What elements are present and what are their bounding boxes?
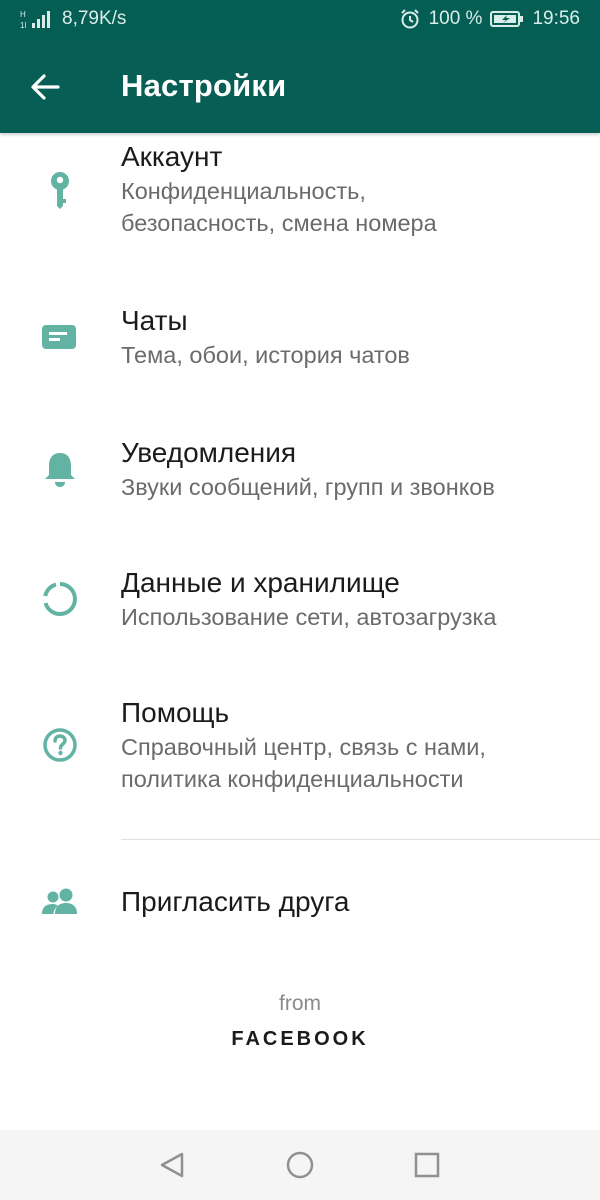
settings-item-help[interactable]: Помощь Справочный центр, связь с нами, п… [0, 685, 600, 815]
settings-item-subtitle-line: Использование сети, автозагрузка [121, 604, 497, 630]
settings-item-title: Помощь [121, 697, 230, 728]
settings-item-chats[interactable]: Чаты Тема, обои, история чатов [0, 293, 600, 393]
system-nav-bar [0, 1130, 600, 1200]
settings-item-text: Данные и хранилище Использование сети, а… [121, 565, 576, 633]
svg-text:H: H [20, 10, 26, 19]
settings-item-title: Данные и хранилище [121, 567, 400, 598]
settings-item-title: Уведомления [121, 437, 297, 468]
settings-item-account[interactable]: Аккаунт Конфиденциальность, безопасность… [0, 133, 600, 253]
invite-friend-item[interactable]: Пригласить друга [0, 860, 600, 948]
nav-back-button[interactable] [152, 1145, 192, 1185]
settings-item-notifications[interactable]: Уведомления Звуки сообщений, групп и зво… [0, 425, 600, 525]
key-icon [36, 167, 84, 215]
app-bar: Настройки [0, 40, 600, 133]
settings-item-subtitle-line: Конфиденциальность, [121, 178, 366, 204]
settings-item-subtitle-line: политика конфиденциальности [121, 766, 464, 792]
battery-charging-icon [490, 10, 524, 28]
settings-item-text: Помощь Справочный центр, связь с нами, п… [121, 695, 576, 795]
settings-item-subtitle-line: Тема, обои, история чатов [121, 342, 410, 368]
arrow-left-icon [30, 74, 60, 105]
svg-text:1l: 1l [20, 21, 26, 30]
footer-brand: FACEBOOK [231, 1028, 369, 1050]
clock: 19:56 [532, 8, 580, 29]
signal-icon: H 1l [20, 8, 54, 30]
settings-item-title: Чаты [121, 305, 188, 336]
settings-item-title: Аккаунт [121, 141, 223, 172]
settings-item-text: Аккаунт Конфиденциальность, безопасность… [121, 139, 576, 239]
help-icon [36, 721, 84, 769]
data-usage-icon [36, 575, 84, 623]
recents-square-icon [407, 1152, 447, 1189]
back-button[interactable] [18, 62, 74, 112]
settings-item-subtitle-line: Звуки сообщений, групп и звонков [121, 474, 495, 500]
footer-from: from [279, 992, 321, 1015]
status-right: 100 % 19:56 [391, 8, 580, 30]
alarm-icon [399, 8, 421, 30]
bell-icon [36, 445, 84, 493]
divider [121, 839, 600, 840]
chat-icon [36, 313, 84, 361]
settings-item-subtitle-line: безопасность, смена номера [121, 210, 437, 236]
page-title: Настройки [121, 68, 287, 103]
status-left: H 1l 8,79K/s [20, 8, 126, 30]
settings-item-text: Уведомления Звуки сообщений, групп и зво… [121, 435, 576, 503]
invite-text: Пригласить друга [121, 884, 576, 920]
invite-title: Пригласить друга [121, 886, 350, 917]
battery-percent: 100 % [428, 8, 483, 29]
settings-item-subtitle-line: Справочный центр, связь с нами, [121, 734, 486, 760]
home-circle-icon [280, 1151, 320, 1189]
back-triangle-icon [152, 1152, 192, 1189]
nav-home-button[interactable] [280, 1145, 320, 1185]
people-icon [36, 880, 84, 928]
settings-item-text: Чаты Тема, обои, история чатов [121, 303, 576, 371]
nav-recents-button[interactable] [407, 1145, 447, 1185]
network-speed: 8,79K/s [62, 8, 127, 29]
settings-item-data-storage[interactable]: Данные и хранилище Использование сети, а… [0, 555, 600, 655]
status-bar: H 1l 8,79K/s 100 % 19:56 [0, 0, 600, 40]
